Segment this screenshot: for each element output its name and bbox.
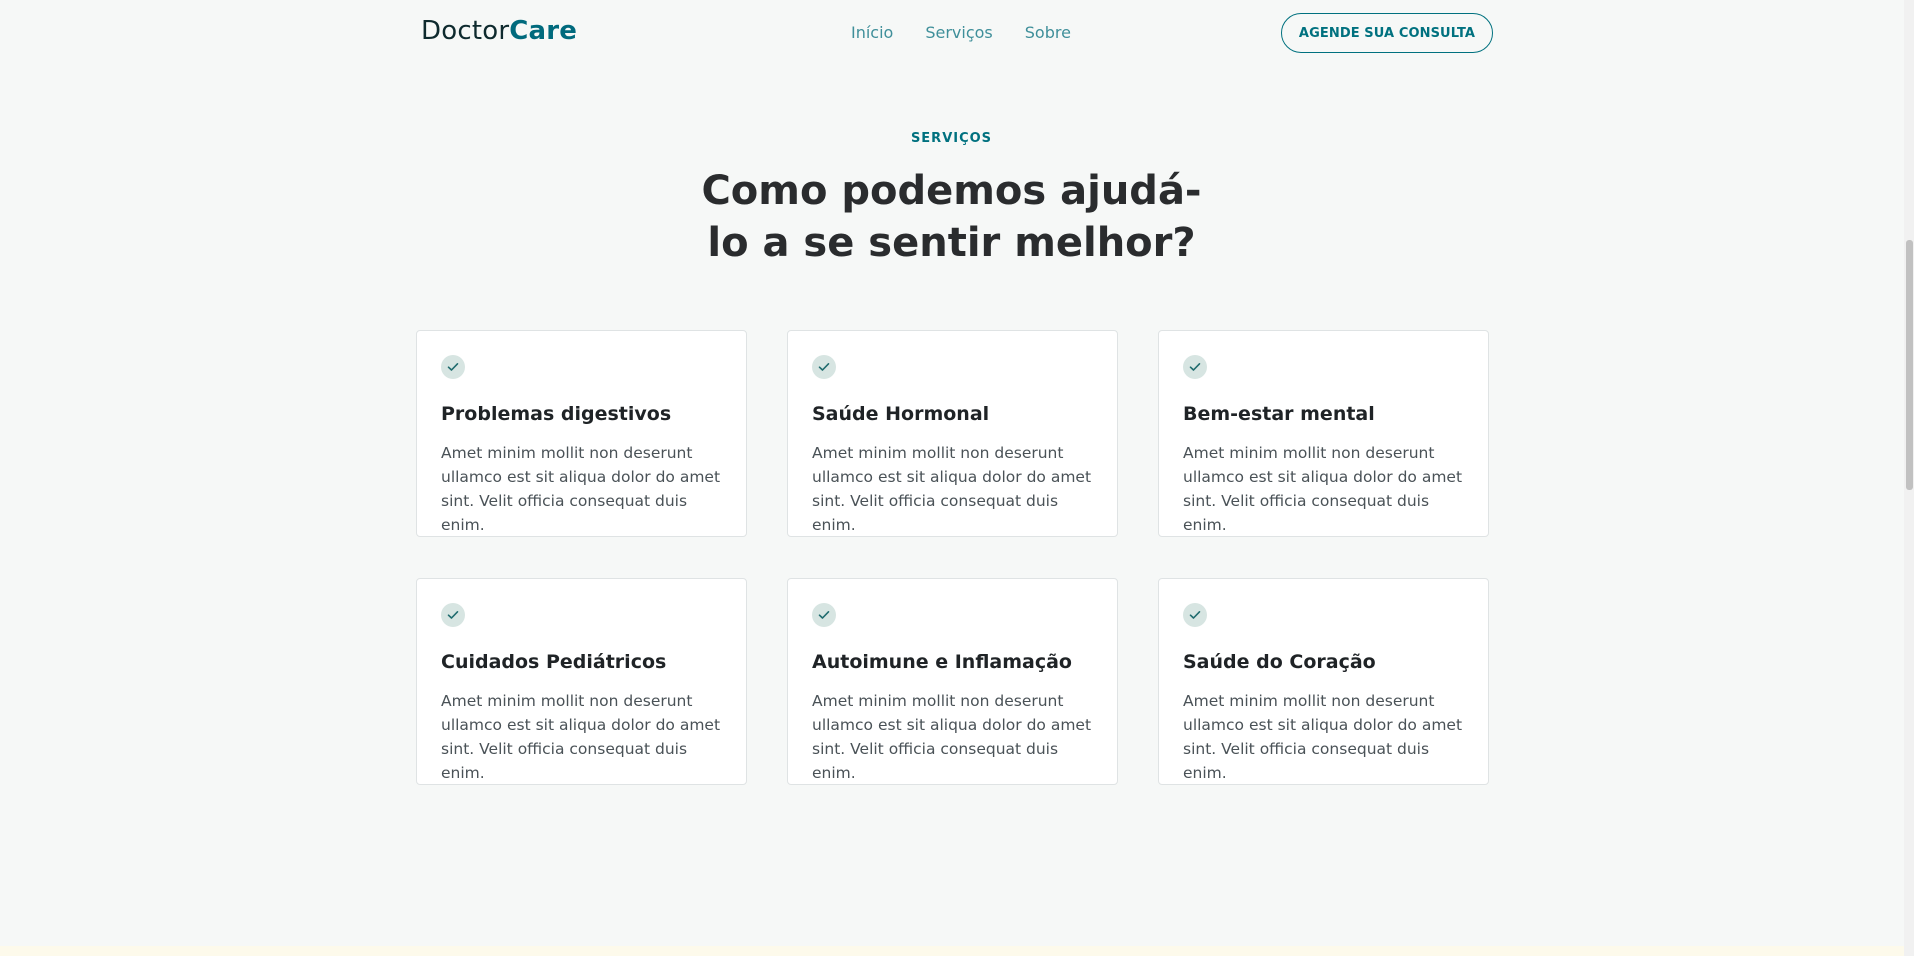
page-scrollbar[interactable] (1904, 0, 1914, 956)
service-card-title: Bem-estar mental (1183, 403, 1375, 425)
service-card-text: Amet minim mollit non deserunt ullamco e… (1183, 692, 1463, 782)
scrollbar-thumb[interactable] (1906, 240, 1913, 490)
schedule-appointment-button[interactable]: AGENDE SUA CONSULTA (1281, 13, 1493, 53)
service-card-text: Amet minim mollit non deserunt ullamco e… (812, 692, 1092, 782)
services-grid: Problemas digestivos Amet minim mollit n… (416, 330, 1489, 785)
service-card: Problemas digestivos Amet minim mollit n… (416, 330, 747, 537)
headline-line-1: Como podemos ajudá- (701, 168, 1202, 214)
service-card-title: Cuidados Pediátricos (441, 651, 667, 673)
service-card-title: Saúde do Coração (1183, 651, 1376, 673)
logo-doctor: Doctor (421, 16, 510, 46)
headline-line-2: lo a se sentir melhor? (707, 220, 1196, 266)
service-card-title: Autoimune e Inflamação (812, 651, 1072, 673)
main-nav: Início Serviços Sobre (851, 22, 1071, 44)
check-icon (441, 355, 465, 379)
page: DoctorCare Início Serviços Sobre AGENDE … (0, 0, 1914, 956)
service-card-title: Problemas digestivos (441, 403, 672, 425)
service-card: Cuidados Pediátricos Amet minim mollit n… (416, 578, 747, 785)
check-icon (812, 355, 836, 379)
service-card: Saúde do Coração Amet minim mollit non d… (1158, 578, 1489, 785)
section-eyebrow: SERVIÇOS (910, 131, 993, 146)
service-card-text: Amet minim mollit non deserunt ullamco e… (441, 444, 721, 534)
section-headline: Como podemos ajudá-lo a se sentir melhor… (700, 165, 1203, 269)
service-card: Autoimune e Inflamação Amet minim mollit… (787, 578, 1118, 785)
next-section-edge (0, 946, 1904, 956)
nav-link-sobre[interactable]: Sobre (1025, 22, 1071, 44)
site-header: DoctorCare Início Serviços Sobre AGENDE … (0, 0, 1900, 66)
check-icon (1183, 603, 1207, 627)
logo[interactable]: DoctorCare (421, 14, 577, 48)
check-icon (1183, 355, 1207, 379)
service-card-text: Amet minim mollit non deserunt ullamco e… (441, 692, 721, 782)
logo-care: Care (509, 16, 578, 46)
check-icon (812, 603, 836, 627)
nav-link-inicio[interactable]: Início (851, 22, 893, 44)
service-card: Saúde Hormonal Amet minim mollit non des… (787, 330, 1118, 537)
service-card-text: Amet minim mollit non deserunt ullamco e… (1183, 444, 1463, 534)
service-card-text: Amet minim mollit non deserunt ullamco e… (812, 444, 1092, 534)
service-card: Bem-estar mental Amet minim mollit non d… (1158, 330, 1489, 537)
nav-link-servicos[interactable]: Serviços (925, 22, 992, 44)
check-icon (441, 603, 465, 627)
service-card-title: Saúde Hormonal (812, 403, 990, 425)
